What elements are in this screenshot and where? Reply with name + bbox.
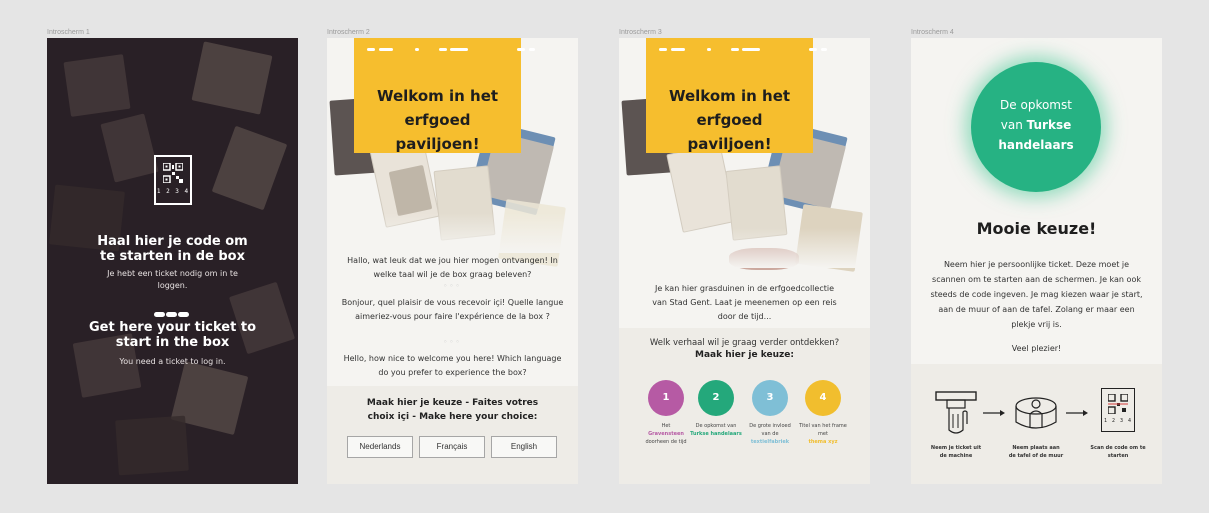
confirmation-heading: Mooie keuze! [976, 219, 1097, 238]
intro-screen-3: Welkom in het erfgoed paviljoen! Je kan … [619, 38, 870, 484]
qr-code-icon [1108, 394, 1128, 414]
frame-label-2: Introscherm 2 [327, 29, 370, 36]
story-caption-3: De grote invloed van de textielfabriek [749, 423, 791, 445]
scan-code-icon: 1 2 3 4 [1101, 388, 1135, 432]
intro-text: Je kan hier grasduinen in de erfgoedcoll… [652, 284, 837, 321]
arrow-right-icon [983, 410, 1005, 416]
circle-line-1: De opkomst [1000, 98, 1072, 112]
divider-dots [154, 302, 192, 317]
tape-decoration [327, 48, 578, 52]
selected-story-circle: De opkomst van Turkse handelaars [971, 62, 1101, 192]
heading-dutch: Haal hier je code om te starten in de bo… [97, 234, 248, 264]
heading-english: Get here your ticket to start in the box [88, 320, 257, 350]
step-caption-3: Scan de code om te starten [1090, 445, 1146, 459]
welcome-text-dutch: Hallo, wat leuk dat we jou hier mogen on… [347, 256, 558, 279]
welcome-text-english: Hello, how nice to welcome you here! Whi… [343, 354, 562, 377]
story-button-2[interactable]: 2 [698, 380, 734, 416]
frame-label-4: Introscherm 4 [911, 29, 954, 36]
step-caption-1: Neem je ticket uit de machine [930, 445, 982, 459]
body-dutch: Je hebt een ticket nodig om in te loggen… [107, 269, 238, 290]
language-button-english[interactable]: English [491, 436, 557, 458]
choice-heading: Maak hier je keuze - Faites votres choix… [366, 398, 539, 422]
welcome-title: Welkom in het erfgoed paviljoen! [376, 87, 499, 153]
qr-code-icon [163, 163, 183, 183]
collage-photo [666, 143, 737, 233]
story-caption-4: Titel van het frame met thema xyz [799, 423, 847, 445]
intro-screen-2: Welkom in het erfgoed paviljoen! Hallo, … [327, 38, 578, 484]
story-caption-2: De opkomst van Turkse handelaars [690, 423, 742, 437]
story-question: Welk verhaal wil je graag verder ontdekk… [649, 338, 840, 348]
qr-ticket-icon: 1 2 3 4 [154, 155, 192, 205]
qr-number: 1 2 3 4 [156, 188, 190, 195]
qr-number: 1 2 3 4 [1103, 418, 1133, 424]
welcome-title: Welkom in het erfgoed paviljoen! [668, 87, 791, 153]
welcome-banner: Welkom in het erfgoed paviljoen! [354, 38, 521, 153]
language-button-french[interactable]: Français [419, 436, 485, 458]
circle-line-3: handelaars [998, 138, 1074, 152]
step-caption-2: Neem plaats aan de tafel of de muur [1008, 445, 1064, 459]
circle-line-2: van Turkse [1000, 118, 1072, 132]
welcome-text-french: Bonjour, quel plaisir de vous recevoir i… [341, 298, 564, 321]
story-caption-1: Het Gravensteen doorheen de tijd [645, 423, 687, 445]
frame-label-3: Introscherm 3 [619, 29, 662, 36]
closing-text: Veel plezier! [1011, 344, 1062, 353]
tape-decoration [619, 48, 870, 52]
arrow-right-icon [1066, 410, 1088, 416]
story-button-3[interactable]: 3 [752, 380, 788, 416]
ticket-instructions: Neem hier je persoonlijke ticket. Deze m… [930, 260, 1143, 329]
story-button-1[interactable]: 1 [648, 380, 684, 416]
frame-label-1: Introscherm 1 [47, 29, 90, 36]
table-person-icon [1015, 397, 1057, 429]
separator: ◦◦◦ [443, 338, 462, 346]
welcome-banner: Welkom in het erfgoed paviljoen! [646, 38, 813, 153]
story-question-bold: Maak hier je keuze: [695, 350, 794, 360]
story-button-4[interactable]: 4 [805, 380, 841, 416]
language-button-dutch[interactable]: Nederlands [347, 436, 413, 458]
intro-screen-1: 1 2 3 4 Haal hier je code om te starten … [47, 38, 298, 484]
body-english: You need a ticket to log in. [119, 357, 226, 366]
intro-screen-4: De opkomst van Turkse handelaars Mooie k… [911, 38, 1162, 484]
ticket-machine-icon [935, 391, 977, 434]
separator: ◦◦◦ [443, 282, 462, 290]
